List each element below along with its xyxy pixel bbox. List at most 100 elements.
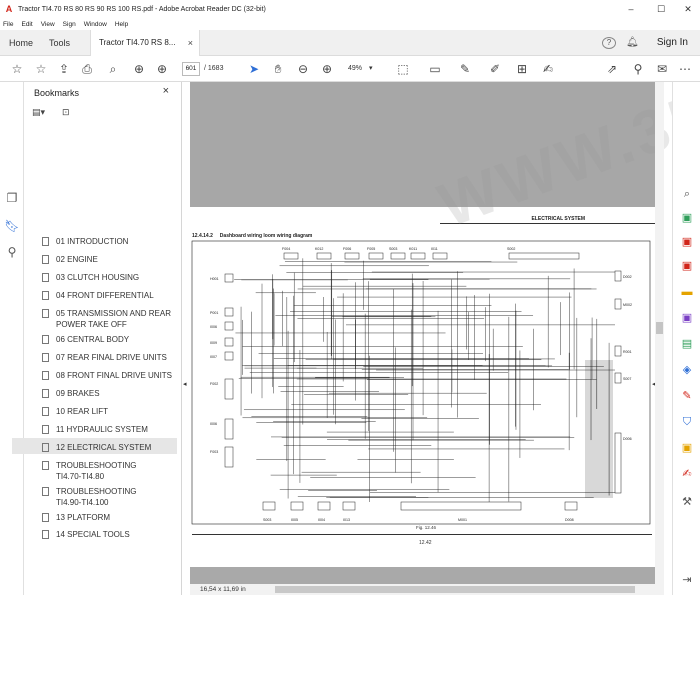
close-tab-button[interactable]: × <box>188 30 193 56</box>
fill-sign-icon[interactable]: ✎ <box>679 388 695 404</box>
bookmark-item[interactable]: 14 SPECIAL TOOLS <box>42 529 177 540</box>
bookmark-item[interactable]: TROUBLESHOOTING TI4.70-TI4.80 <box>42 460 177 482</box>
collapse-left-icon[interactable]: ◂ <box>183 380 187 388</box>
title-bar: A Tractor TI4.70 RS 80 RS 90 RS 100 RS.p… <box>0 0 700 18</box>
more-tools-icon[interactable]: ⋯ <box>676 60 694 78</box>
draw-icon[interactable]: ✐ <box>486 60 504 78</box>
tab-document[interactable]: Tractor TI4.70 RS 8... × <box>90 30 200 56</box>
previous-page-edge <box>190 82 655 207</box>
menu-view[interactable]: View <box>41 21 55 28</box>
zoom-level[interactable]: 49% <box>341 62 369 76</box>
email-icon[interactable]: ✉︎ <box>653 60 671 78</box>
bookmarks-title: Bookmarks <box>34 88 80 98</box>
vertical-scroll-thumb[interactable] <box>656 322 663 334</box>
bookmark-label: 11 HYDRAULIC SYSTEM <box>56 425 148 434</box>
bookmark-item[interactable]: 01 INTRODUCTION <box>42 236 177 247</box>
print-icon[interactable]: ⎙ <box>78 60 96 78</box>
page-number-input[interactable]: 601 <box>182 62 200 76</box>
attachments-icon[interactable]: ⚲ <box>4 244 20 260</box>
protect-icon[interactable]: ⛉ <box>679 414 695 430</box>
upload-icon[interactable]: ⇪ <box>55 60 73 78</box>
sign-icon[interactable]: ✍︎ <box>539 60 557 78</box>
bookmark-item[interactable]: 02 ENGINE <box>42 254 177 265</box>
highlight-icon[interactable]: ✎ <box>456 60 474 78</box>
vertical-scrollbar[interactable] <box>655 82 664 595</box>
maximize-button[interactable]: ☐ <box>647 0 675 18</box>
document-tab-label: Tractor TI4.70 RS 8... <box>99 38 176 47</box>
search-icon[interactable]: ⌕ <box>679 186 695 202</box>
left-navigation-rail: ❐ 🔖︎ ⚲ <box>0 82 24 595</box>
tab-tools[interactable]: Tools <box>49 30 70 56</box>
bookmark-item[interactable]: 08 FRONT FINAL DRIVE UNITS <box>42 370 177 381</box>
document-view[interactable] <box>190 82 655 595</box>
page-total: / 1683 <box>204 65 224 72</box>
bookmarks-icon[interactable]: 🔖︎ <box>4 218 20 234</box>
menu-sign[interactable]: Sign <box>63 21 76 28</box>
bookmark-flag-icon <box>42 530 49 539</box>
bookmark-item[interactable]: 03 CLUTCH HOUSING <box>42 272 177 283</box>
bell-icon[interactable]: 🔔︎ <box>626 35 639 51</box>
bookmark-label-line2: POWER TAKE OFF <box>56 320 127 329</box>
close-window-button[interactable]: ✕ <box>674 0 700 18</box>
bookmark-item[interactable]: 09 BRAKES <box>42 388 177 399</box>
minimize-button[interactable]: – <box>617 0 645 18</box>
search-icon[interactable]: ⌕ <box>104 60 122 78</box>
bookmark-item[interactable]: 07 REAR FINAL DRIVE UNITS <box>42 352 177 363</box>
menu-help[interactable]: Help <box>115 21 128 28</box>
zoom-out-icon[interactable]: ⊖ <box>294 60 312 78</box>
send-icon[interactable]: ▣ <box>679 440 695 456</box>
horizontal-scrollbar[interactable] <box>190 584 655 595</box>
more-tools-icon[interactable]: ⚒ <box>679 494 695 510</box>
tab-bar: Home Tools Tractor TI4.70 RS 8... × ? 🔔︎… <box>0 30 700 56</box>
pdf-page <box>190 207 655 567</box>
find-bookmark-icon[interactable]: ⊡ <box>62 107 70 118</box>
zoom-in-icon[interactable]: ⊕ <box>318 60 336 78</box>
comment-icon[interactable]: ▬ <box>679 284 695 300</box>
collapse-tools-icon[interactable]: ⇥ <box>679 572 695 588</box>
bookmark-label: 14 SPECIAL TOOLS <box>56 530 130 539</box>
bookmark-item[interactable]: TROUBLESHOOTING TI4.90-TI4.100 <box>42 486 177 508</box>
bookmark-item[interactable]: 06 CENTRAL BODY <box>42 334 177 345</box>
bookmark-item[interactable]: 04 FRONT DIFFERENTIAL <box>42 290 177 301</box>
scan-icon[interactable]: ◈ <box>679 362 695 378</box>
chevron-down-icon[interactable]: ▾ <box>369 62 373 76</box>
tab-home[interactable]: Home <box>9 30 33 56</box>
options-menu-icon[interactable]: ▤▾ <box>32 107 45 118</box>
share-link-icon[interactable]: ⚲ <box>629 60 647 78</box>
comment-icon[interactable]: ▭ <box>426 60 444 78</box>
menu-file[interactable]: File <box>3 21 13 28</box>
edit-pdf-icon[interactable]: ▣ <box>679 258 695 274</box>
create-pdf-icon[interactable]: ▣ <box>679 234 695 250</box>
select-cursor-icon[interactable]: ➤ <box>245 60 263 78</box>
star-icon[interactable]: ☆ <box>32 60 50 78</box>
page-thumbnails-icon[interactable]: ❐ <box>4 190 20 206</box>
export-pdf-icon[interactable]: ▣ <box>679 210 695 226</box>
bookmark-flag-icon <box>42 513 49 522</box>
text-icon[interactable]: ⊞ <box>513 60 531 78</box>
menu-edit[interactable]: Edit <box>21 21 32 28</box>
organize-pages-icon[interactable]: ▤ <box>679 336 695 352</box>
prepare-form-icon[interactable]: ✍︎ <box>679 466 695 482</box>
menu-window[interactable]: Window <box>84 21 107 28</box>
bookmark-flag-icon <box>42 255 49 264</box>
page-up-icon[interactable]: ⊕ <box>130 60 148 78</box>
bookmark-item[interactable]: 11 HYDRAULIC SYSTEM <box>42 424 177 435</box>
sign-in-button[interactable]: Sign In <box>657 30 688 56</box>
bookmark-label: 08 FRONT FINAL DRIVE UNITS <box>56 371 173 380</box>
share-icon[interactable]: ⇗ <box>603 60 621 78</box>
page-down-icon[interactable]: ⊕ <box>153 60 171 78</box>
hand-icon[interactable]: ✋︎ <box>269 60 287 78</box>
close-panel-button[interactable]: × <box>163 85 169 97</box>
horizontal-scroll-thumb[interactable] <box>275 586 635 593</box>
bookmark-add-icon[interactable]: ☆ <box>8 60 26 78</box>
fit-page-icon[interactable]: ⬚ <box>394 60 412 78</box>
combine-files-icon[interactable]: ▣ <box>679 310 695 326</box>
bookmark-label: TROUBLESHOOTING TI4.90-TI4.100 <box>56 487 137 507</box>
bookmark-item[interactable]: 05 TRANSMISSION AND REAR POWER TAKE OFF <box>42 308 177 330</box>
help-icon[interactable]: ? <box>602 37 616 49</box>
bookmark-flag-icon <box>42 273 49 282</box>
bookmark-item[interactable]: 12 ELECTRICAL SYSTEM <box>42 442 177 453</box>
bookmark-flag-icon <box>42 407 49 416</box>
bookmark-item[interactable]: 13 PLATFORM <box>42 512 177 523</box>
bookmark-item[interactable]: 10 REAR LIFT <box>42 406 177 417</box>
